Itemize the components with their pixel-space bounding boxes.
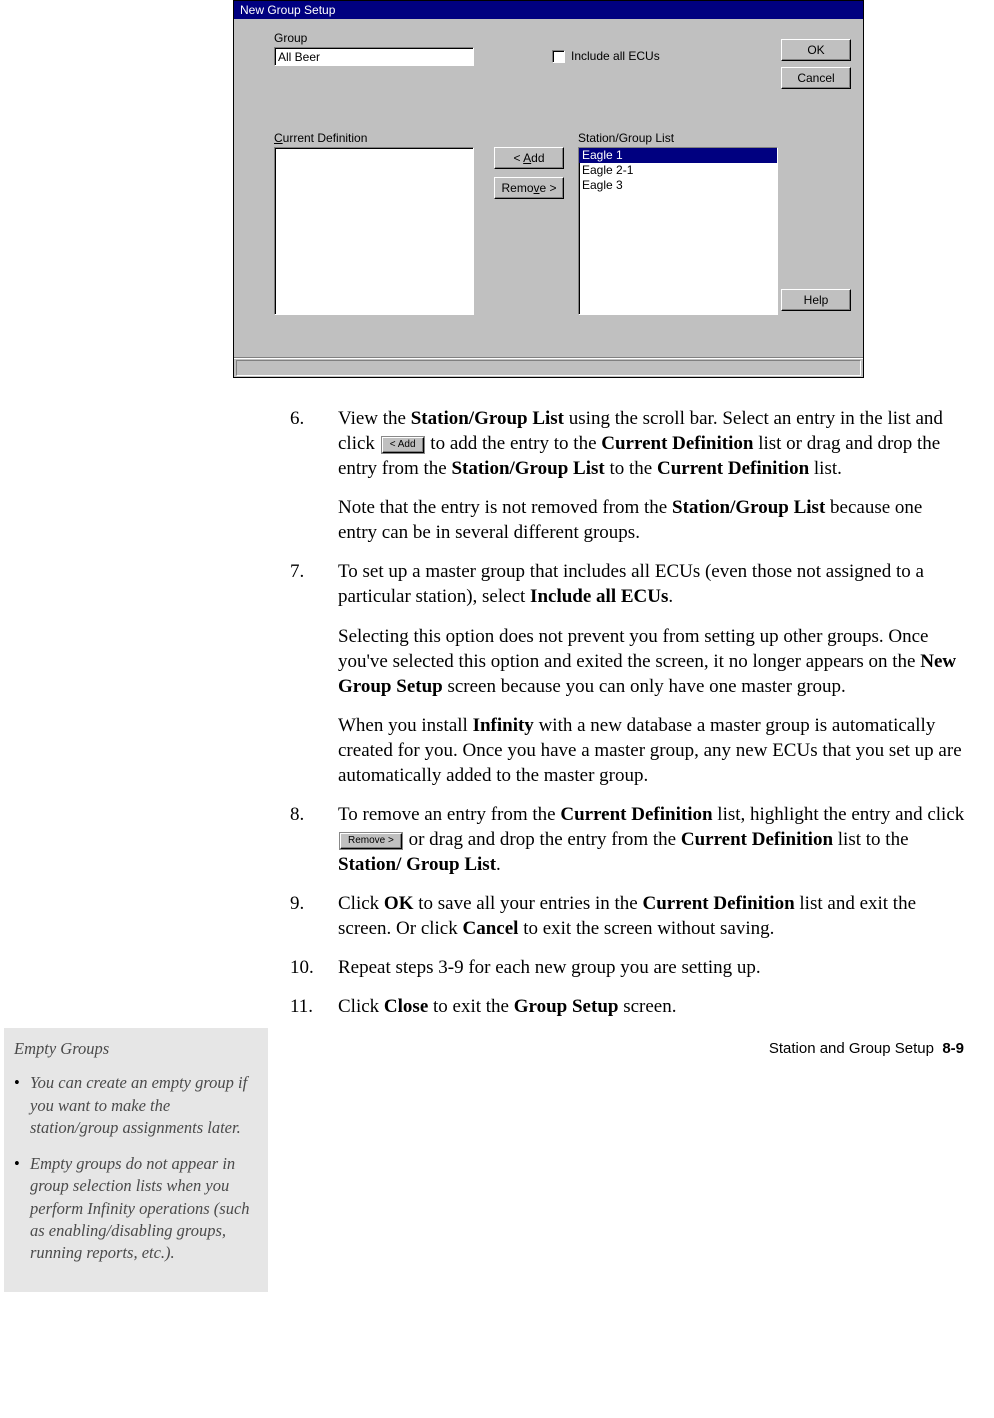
list-item[interactable]: Eagle 3 xyxy=(579,178,777,193)
step-number: 10. xyxy=(290,955,338,980)
checkbox-icon xyxy=(552,50,565,63)
group-label: Group xyxy=(274,31,307,45)
help-button[interactable]: Help xyxy=(781,289,851,311)
step-number: 6. xyxy=(290,406,338,545)
step-text: To remove an entry from the Current Defi… xyxy=(338,802,966,877)
include-all-label: Include all ECUs xyxy=(571,49,660,63)
step-text: Click Close to exit the Group Setup scre… xyxy=(338,994,966,1019)
list-item[interactable]: Eagle 2-1 xyxy=(579,163,777,178)
step-number: 11. xyxy=(290,994,338,1019)
cancel-button[interactable]: Cancel xyxy=(781,67,851,89)
sidebar-item: You can create an empty group if you wan… xyxy=(14,1072,256,1139)
step-text: Selecting this option does not prevent y… xyxy=(338,624,966,699)
station-group-list[interactable]: Eagle 1 Eagle 2-1 Eagle 3 xyxy=(578,147,778,315)
step-text: View the Station/Group List using the sc… xyxy=(338,406,966,481)
list-item[interactable]: Eagle 1 xyxy=(579,148,777,163)
group-input[interactable] xyxy=(274,47,474,66)
step-text: To set up a master group that includes a… xyxy=(338,559,966,609)
station-group-list-label: Station/Group List xyxy=(578,131,674,145)
step-number: 9. xyxy=(290,891,338,941)
inline-remove-button: Remove > xyxy=(340,833,402,849)
current-definition-label: Current Definition xyxy=(274,131,367,145)
step-text: Click OK to save all your entries in the… xyxy=(338,891,966,941)
step-text: When you install Infinity with a new dat… xyxy=(338,713,966,788)
dialog-statusbar xyxy=(234,357,863,377)
step-number: 7. xyxy=(290,559,338,788)
include-all-ecus-checkbox[interactable]: Include all ECUs xyxy=(552,49,660,63)
ok-button[interactable]: OK xyxy=(781,39,851,61)
dialog-titlebar: New Group Setup xyxy=(234,1,863,19)
sidebar-item: Empty groups do not appear in group sele… xyxy=(14,1153,256,1264)
empty-groups-sidebar: Empty Groups You can create an empty gro… xyxy=(4,1028,268,1292)
instruction-content: 6. View the Station/Group List using the… xyxy=(290,406,966,1020)
sidebar-title: Empty Groups xyxy=(14,1038,256,1060)
remove-button[interactable]: Remove > xyxy=(494,177,564,199)
add-button[interactable]: < Add xyxy=(494,147,564,169)
step-number: 8. xyxy=(290,802,338,877)
inline-add-button: < Add xyxy=(382,437,424,453)
current-definition-list[interactable] xyxy=(274,147,474,315)
new-group-setup-dialog: New Group Setup Group Include all ECUs O… xyxy=(233,0,864,378)
step-text: Repeat steps 3-9 for each new group you … xyxy=(338,955,966,980)
step-text: Note that the entry is not removed from … xyxy=(338,495,966,545)
